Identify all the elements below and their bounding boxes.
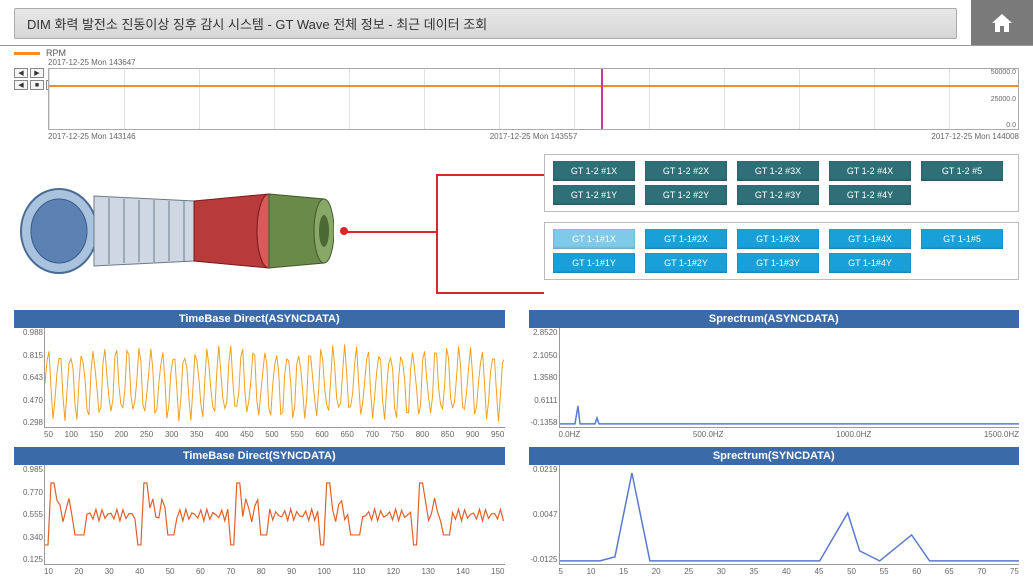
sensor-button[interactable]: GT 1-2 #5 <box>921 161 1003 181</box>
chart-title: Sprectrum(SYNCDATA) <box>529 447 1020 465</box>
sensor-button[interactable]: GT 1-1#2X <box>645 229 727 249</box>
chart-timebase-sync: TimeBase Direct(SYNCDATA) 0.9850.7700.55… <box>14 447 505 576</box>
page-title: DIM 화력 발전소 진동이상 징후 감시 시스템 - GT Wave 전체 정… <box>14 8 957 39</box>
sensor-button[interactable]: GT 1-1#4Y <box>829 253 911 273</box>
sensor-group-gt12: GT 1-2 #1X GT 1-2 #2X GT 1-2 #3X GT 1-2 #4X… <box>544 154 1019 212</box>
chart-title: TimeBase Direct(ASYNCDATA) <box>14 310 505 328</box>
nav-stop-button[interactable]: ■ <box>30 80 44 90</box>
sensor-button[interactable]: GT 1-1#2Y <box>645 253 727 273</box>
nav-prev-button[interactable]: ◀ <box>14 80 28 90</box>
sensor-button[interactable]: GT 1-2 #1Y <box>553 185 635 205</box>
overview-rpm-line <box>49 85 1018 87</box>
home-icon <box>990 11 1014 35</box>
page-title-text: DIM 화력 발전소 진동이상 징후 감시 시스템 - GT Wave 전체 정… <box>27 14 487 33</box>
sensor-button[interactable]: GT 1-2 #1X <box>553 161 635 181</box>
chart-plot-area[interactable] <box>560 465 1019 565</box>
sensor-button[interactable]: GT 1-2 #2X <box>645 161 727 181</box>
nav-last-button[interactable]: ▶ <box>30 68 44 78</box>
chart-title: Sprectrum(ASYNCDATA) <box>529 310 1020 328</box>
turbine-diagram <box>14 154 424 308</box>
chart-spectrum-sync: Sprectrum(SYNCDATA) 0.02190.0047-0.0125 … <box>529 447 1020 576</box>
chart-timebase-async: TimeBase Direct(ASYNCDATA) 0.9880.8150.6… <box>14 310 505 439</box>
sensor-button[interactable]: GT 1-2 #3X <box>737 161 819 181</box>
sensor-button[interactable]: GT 1-2 #3Y <box>737 185 819 205</box>
sensor-button[interactable]: GT 1-1#3X <box>737 229 819 249</box>
overview-chart[interactable]: 50000.0 25000.0 0.0 <box>48 68 1019 130</box>
chart-plot-area[interactable] <box>45 328 504 428</box>
sensor-button[interactable]: GT 1-1#1Y <box>553 253 635 273</box>
sensor-button[interactable]: GT 1-1#4X <box>829 229 911 249</box>
sensor-button[interactable]: GT 1-2 #4Y <box>829 185 911 205</box>
rpm-swatch <box>14 52 40 55</box>
chart-spectrum-async: Sprectrum(ASYNCDATA) 2.85202.10501.35800… <box>529 310 1020 439</box>
sensor-group-gt11: GT 1-1#1X GT 1-1#2X GT 1-1#3X GT 1-1#4X GT 1… <box>544 222 1019 280</box>
overview-cursor-time: 2017-12-25 Mon 143647 <box>48 58 136 67</box>
sensor-button[interactable]: GT 1-2 #2Y <box>645 185 727 205</box>
chart-title: TimeBase Direct(SYNCDATA) <box>14 447 505 465</box>
sensor-button[interactable]: GT 1-1#1X <box>553 229 635 249</box>
overview-cursor[interactable] <box>601 69 603 129</box>
turbine-illustration <box>14 166 334 296</box>
sensor-button[interactable]: GT 1-1#3Y <box>737 253 819 273</box>
nav-first-button[interactable]: ◀ <box>14 68 28 78</box>
rpm-label: RPM <box>46 48 66 58</box>
overview-x-axis: 2017-12-25 Mon 143146 2017-12-25 Mon 143… <box>48 132 1019 141</box>
chart-plot-area[interactable] <box>560 328 1019 428</box>
sensor-button[interactable]: GT 1-2 #4X <box>829 161 911 181</box>
sensor-button[interactable]: GT 1-1#5 <box>921 229 1003 249</box>
chart-plot-area[interactable] <box>45 465 504 565</box>
home-button[interactable] <box>971 0 1033 45</box>
